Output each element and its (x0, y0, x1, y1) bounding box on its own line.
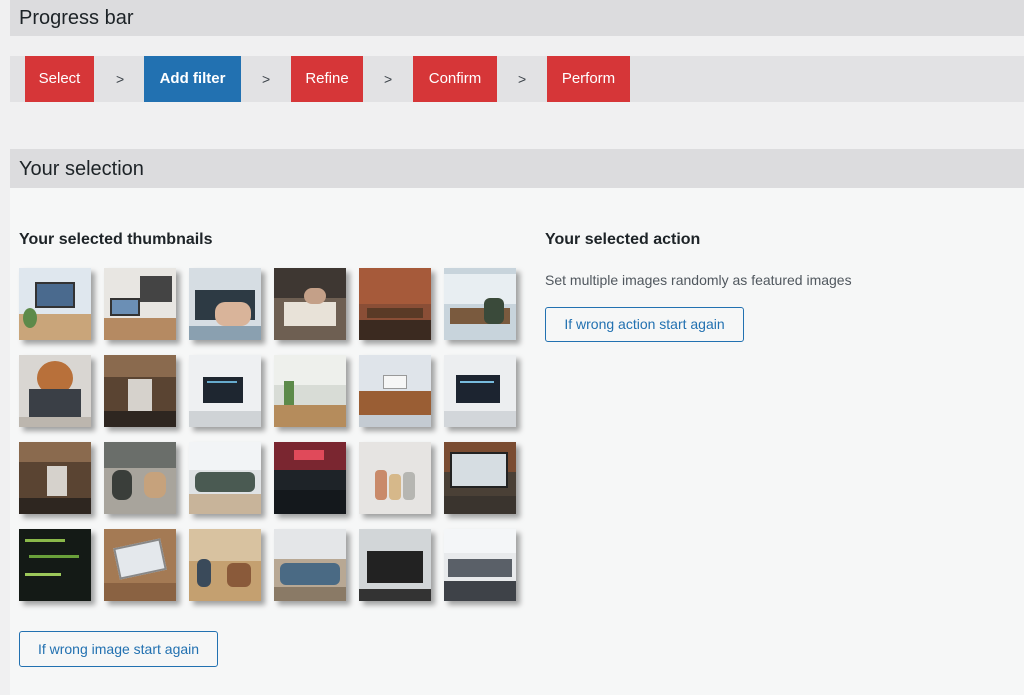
thumbnail[interactable] (19, 442, 91, 514)
thumbnail[interactable] (189, 355, 261, 427)
selection-header: Your selection (10, 149, 1024, 188)
step-refine[interactable]: Refine (291, 56, 363, 102)
step-add-filter[interactable]: Add filter (144, 56, 241, 102)
thumbnail[interactable] (274, 529, 346, 601)
thumbnail[interactable] (444, 529, 516, 601)
selection-panel: Your selected thumbnails If wrong image … (10, 188, 1024, 695)
thumbnail-grid (19, 268, 519, 602)
step-separator: > (116, 71, 125, 87)
progress-bar-title: Progress bar (19, 7, 134, 29)
thumbnails-title: Your selected thumbnails (19, 231, 213, 248)
thumbnail[interactable] (104, 442, 176, 514)
thumbnail[interactable] (104, 355, 176, 427)
thumbnail[interactable] (444, 442, 516, 514)
thumbnail[interactable] (359, 355, 431, 427)
step-separator: > (518, 71, 527, 87)
step-separator: > (262, 71, 271, 87)
action-description: Set multiple images randomly as featured… (545, 272, 852, 288)
thumbnail[interactable] (19, 355, 91, 427)
step-separator: > (384, 71, 393, 87)
thumbnail[interactable] (359, 268, 431, 340)
restart-action-button[interactable]: If wrong action start again (545, 307, 744, 342)
thumbnail[interactable] (444, 268, 516, 340)
progress-steps: Select > Add filter > Refine > Confirm >… (10, 56, 1024, 102)
thumbnail[interactable] (274, 268, 346, 340)
progress-bar-header: Progress bar (10, 0, 1024, 36)
step-perform[interactable]: Perform (547, 56, 630, 102)
thumbnail[interactable] (104, 268, 176, 340)
thumbnail[interactable] (444, 355, 516, 427)
thumbnail[interactable] (274, 442, 346, 514)
thumbnail[interactable] (359, 529, 431, 601)
thumbnail[interactable] (274, 355, 346, 427)
thumbnail[interactable] (19, 529, 91, 601)
thumbnail[interactable] (19, 268, 91, 340)
thumbnail[interactable] (189, 442, 261, 514)
step-confirm[interactable]: Confirm (413, 56, 497, 102)
thumbnail[interactable] (189, 529, 261, 601)
restart-image-button[interactable]: If wrong image start again (19, 631, 218, 667)
thumbnail[interactable] (359, 442, 431, 514)
step-select[interactable]: Select (25, 56, 94, 102)
thumbnail[interactable] (104, 529, 176, 601)
thumbnail[interactable] (189, 268, 261, 340)
selection-title: Your selection (19, 158, 144, 180)
action-title: Your selected action (545, 231, 701, 248)
